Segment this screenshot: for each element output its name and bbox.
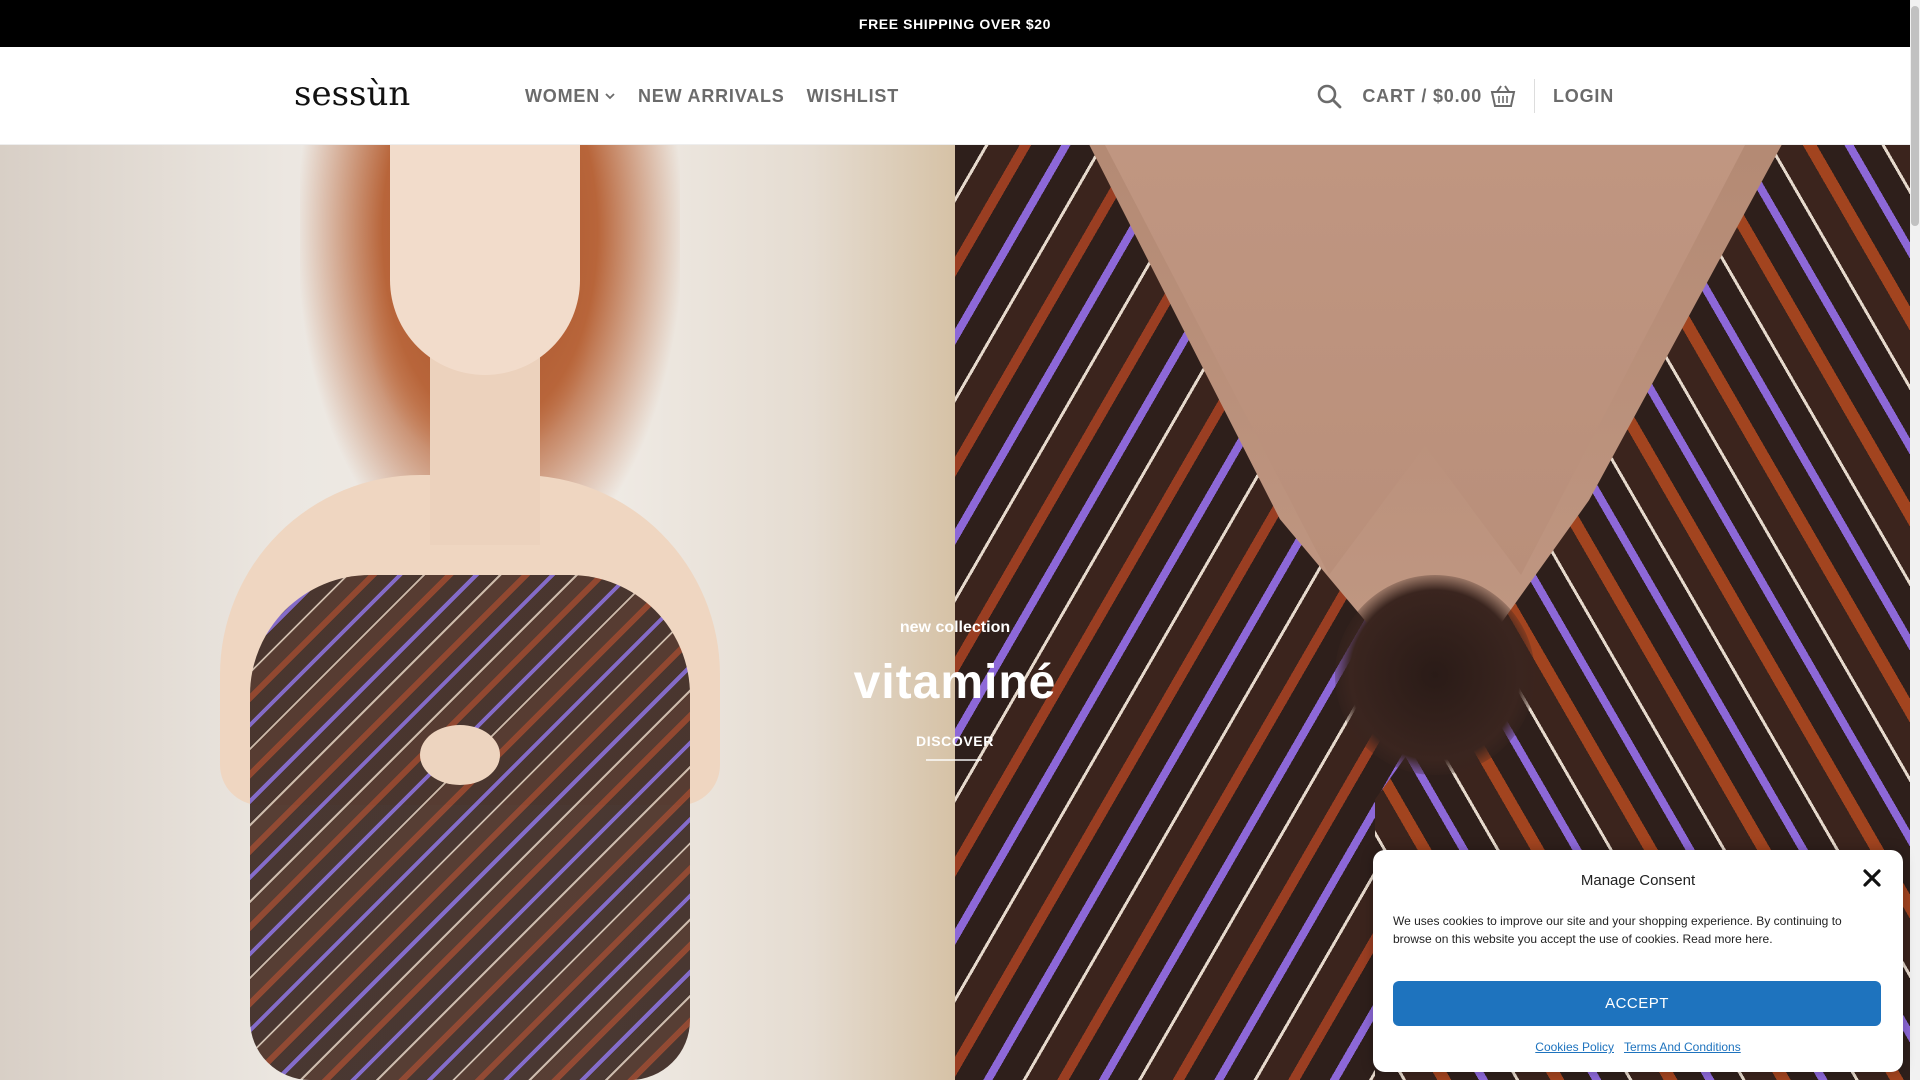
announcement-text: FREE SHIPPING OVER $20 — [858, 15, 1052, 32]
accept-button[interactable]: ACCEPT — [1393, 981, 1881, 1026]
cart-link[interactable]: CART / $0.00 — [1362, 84, 1516, 108]
hero-headline: vitaminé — [853, 656, 1057, 709]
page: FREE SHIPPING OVER $20 sessùn WOMEN NEW … — [0, 0, 1920, 1080]
search-icon[interactable] — [1316, 83, 1342, 109]
nav-item-wishlist-label: WISHLIST — [806, 85, 900, 106]
scrollbar[interactable] — [1910, 0, 1920, 1080]
basket-icon — [1490, 85, 1516, 107]
header-tools: CART / $0.00 LOGIN — [1316, 47, 1614, 145]
cookies-policy-link[interactable]: Cookies Policy — [1535, 1040, 1614, 1054]
logo[interactable]: sessùn — [294, 73, 414, 113]
header-divider — [1534, 79, 1535, 113]
main-nav: WOMEN NEW ARRIVALS WISHLIST — [525, 47, 899, 145]
terms-link[interactable]: Terms And Conditions — [1624, 1040, 1741, 1054]
nav-item-new-arrivals-label: NEW ARRIVALS — [638, 85, 785, 106]
consent-links: Cookies Policy Terms And Conditions — [1373, 1040, 1903, 1054]
nav-item-wishlist[interactable]: WISHLIST — [807, 86, 899, 107]
nav-item-new-arrivals[interactable]: NEW ARRIVALS — [638, 86, 785, 107]
nav-item-women[interactable]: WOMEN — [525, 86, 616, 107]
discover-underline — [926, 759, 982, 761]
announcement-bar: FREE SHIPPING OVER $20 — [0, 0, 1910, 47]
chevron-down-icon — [605, 93, 615, 100]
discover-button[interactable]: DISCOVER — [905, 733, 1005, 749]
consent-title: Manage Consent — [1580, 872, 1696, 889]
site-header: sessùn WOMEN NEW ARRIVALS WISHLIST CART … — [0, 47, 1910, 145]
hero-kicker: new collection — [899, 619, 1011, 636]
consent-dialog: Manage Consent We uses cookies to improv… — [1373, 850, 1903, 1072]
logo-text: sessùn — [294, 74, 410, 113]
consent-message: We uses cookies to improve our site and … — [1393, 914, 1842, 946]
scrollbar-thumb[interactable] — [1911, 6, 1919, 226]
cart-label: CART / $0.00 — [1362, 85, 1482, 106]
login-link[interactable]: LOGIN — [1553, 86, 1614, 107]
close-icon[interactable] — [1861, 867, 1883, 889]
nav-item-women-label: WOMEN — [525, 85, 600, 106]
